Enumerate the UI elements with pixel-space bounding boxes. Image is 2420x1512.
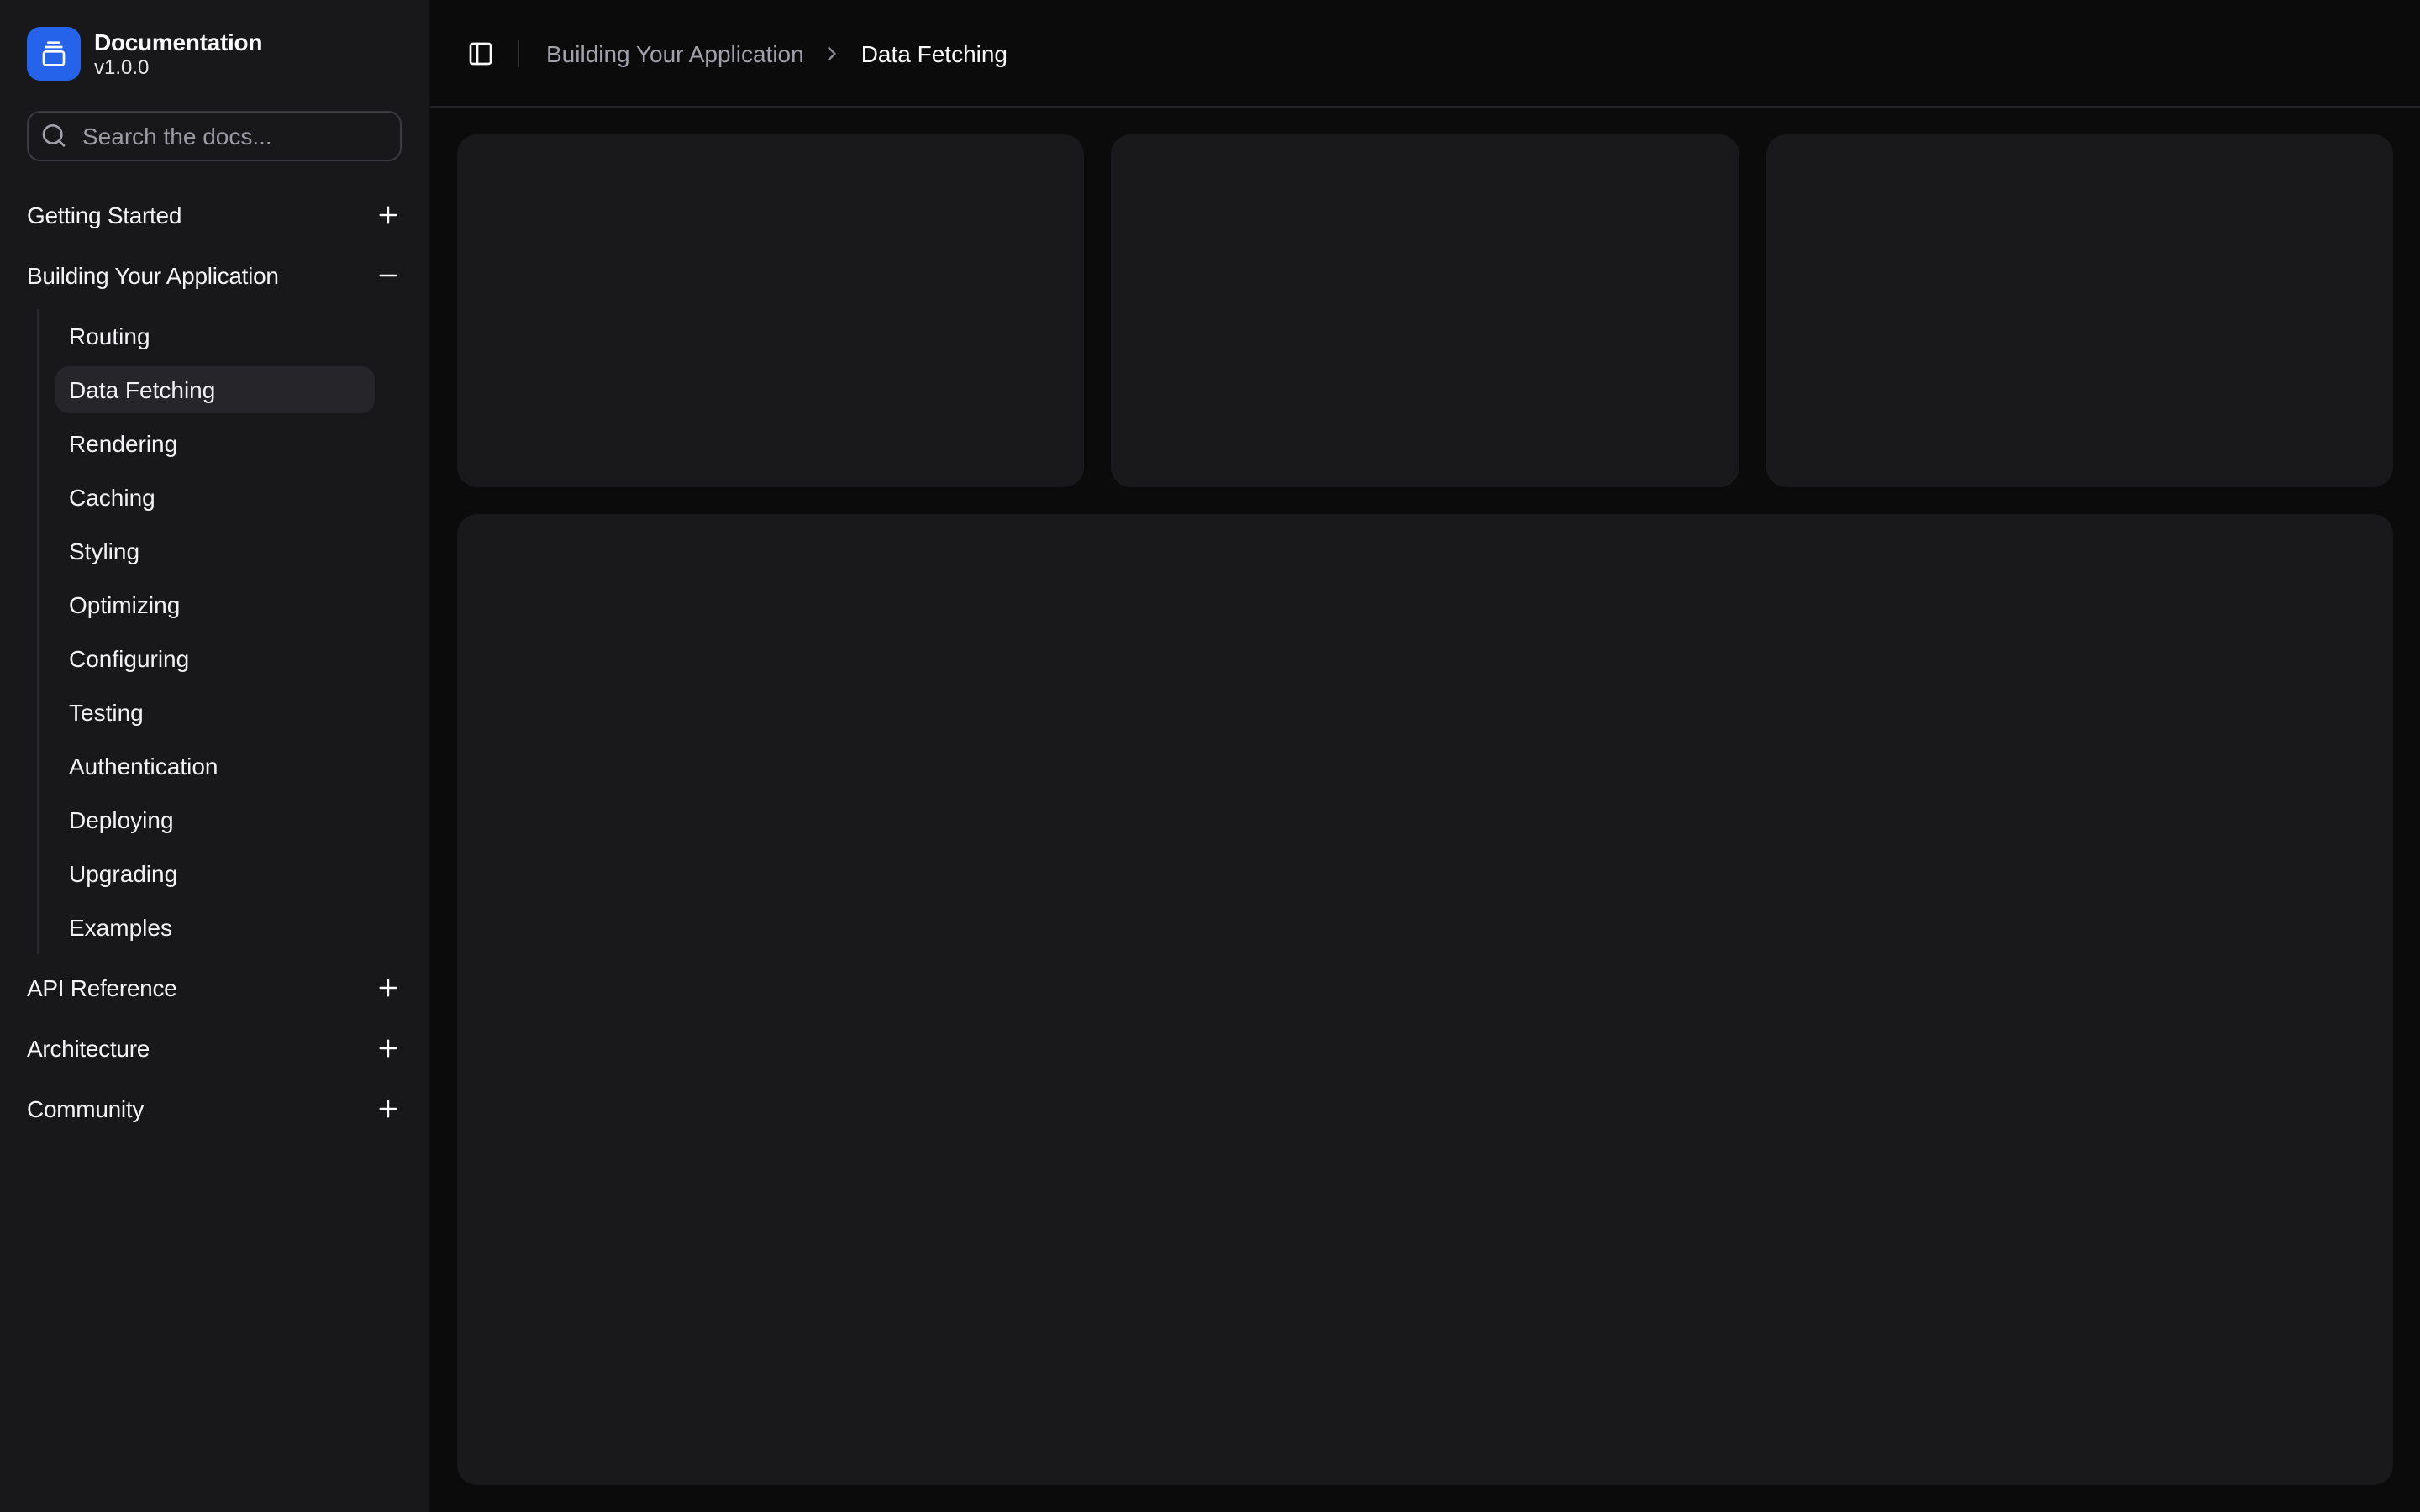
sidebar-group-label: Architecture [27,1035,150,1062]
breadcrumb: Building Your Application Data Fetching [546,39,1007,66]
sidebar-group-label: Getting Started [27,202,182,228]
placeholder-panel [457,514,2393,1485]
sidebar-group-community[interactable]: Community [13,1082,415,1136]
sidebar-header: Documentation v1.0.0 [0,0,429,108]
sidebar-item-testing[interactable]: Testing [55,689,375,736]
sidebar: Documentation v1.0.0 Getting Started Bui… [0,0,430,1512]
chevron-right-icon [821,41,844,65]
topbar-separator [518,39,519,66]
sidebar-toggle-button[interactable] [457,29,504,76]
sidebar-item-styling[interactable]: Styling [55,528,375,575]
sidebar-subgroup: Routing Data Fetching Rendering Caching … [13,309,415,954]
sidebar-group-label: Building Your Application [27,262,279,289]
search-form [0,108,429,161]
plus-icon [375,974,402,1001]
topbar: Building Your Application Data Fetching [430,0,2420,108]
gallery-vertical-end-icon [40,40,67,67]
app: Documentation v1.0.0 Getting Started Bui… [0,0,2420,1512]
search-icon [40,122,67,149]
sidebar-item-rendering[interactable]: Rendering [55,420,375,467]
app-logo [27,27,81,81]
placeholder-card-row [457,134,2393,487]
sidebar-item-optimizing[interactable]: Optimizing [55,581,375,628]
sidebar-sublist: Routing Data Fetching Rendering Caching … [37,309,392,954]
sidebar-group-building-your-application[interactable]: Building Your Application [13,249,415,302]
placeholder-card [1765,134,2393,487]
breadcrumb-current-page: Data Fetching [861,39,1007,66]
sidebar-group-architecture[interactable]: Architecture [13,1021,415,1075]
sidebar-item-routing[interactable]: Routing [55,312,375,360]
plus-icon [375,1095,402,1122]
app-title-block: Documentation v1.0.0 [94,28,262,80]
app-version: v1.0.0 [94,56,262,80]
sidebar-group-label: Community [27,1095,144,1122]
minus-icon [375,262,402,289]
sidebar-item-configuring[interactable]: Configuring [55,635,375,682]
content [430,108,2420,1512]
sidebar-group-getting-started[interactable]: Getting Started [13,188,415,242]
app-home-button[interactable]: Documentation v1.0.0 [13,13,415,94]
main: Building Your Application Data Fetching [430,0,2420,1512]
search-input[interactable] [27,111,402,161]
sidebar-item-caching[interactable]: Caching [55,474,375,521]
breadcrumb-parent-link[interactable]: Building Your Application [546,39,804,66]
sidebar-item-authentication[interactable]: Authentication [55,743,375,790]
placeholder-card [1112,134,1739,487]
sidebar-item-data-fetching[interactable]: Data Fetching [55,366,375,413]
sidebar-group-label: API Reference [27,974,176,1001]
app-title: Documentation [94,28,262,55]
placeholder-card [457,134,1085,487]
sidebar-group-api-reference[interactable]: API Reference [13,961,415,1015]
sidebar-item-upgrading[interactable]: Upgrading [55,850,375,897]
sidebar-item-examples[interactable]: Examples [55,904,375,951]
panel-left-icon [467,39,494,66]
plus-icon [375,1035,402,1062]
sidebar-item-deploying[interactable]: Deploying [55,796,375,843]
plus-icon [375,202,402,228]
sidebar-nav: Getting Started Building Your Applicatio… [0,161,429,1512]
